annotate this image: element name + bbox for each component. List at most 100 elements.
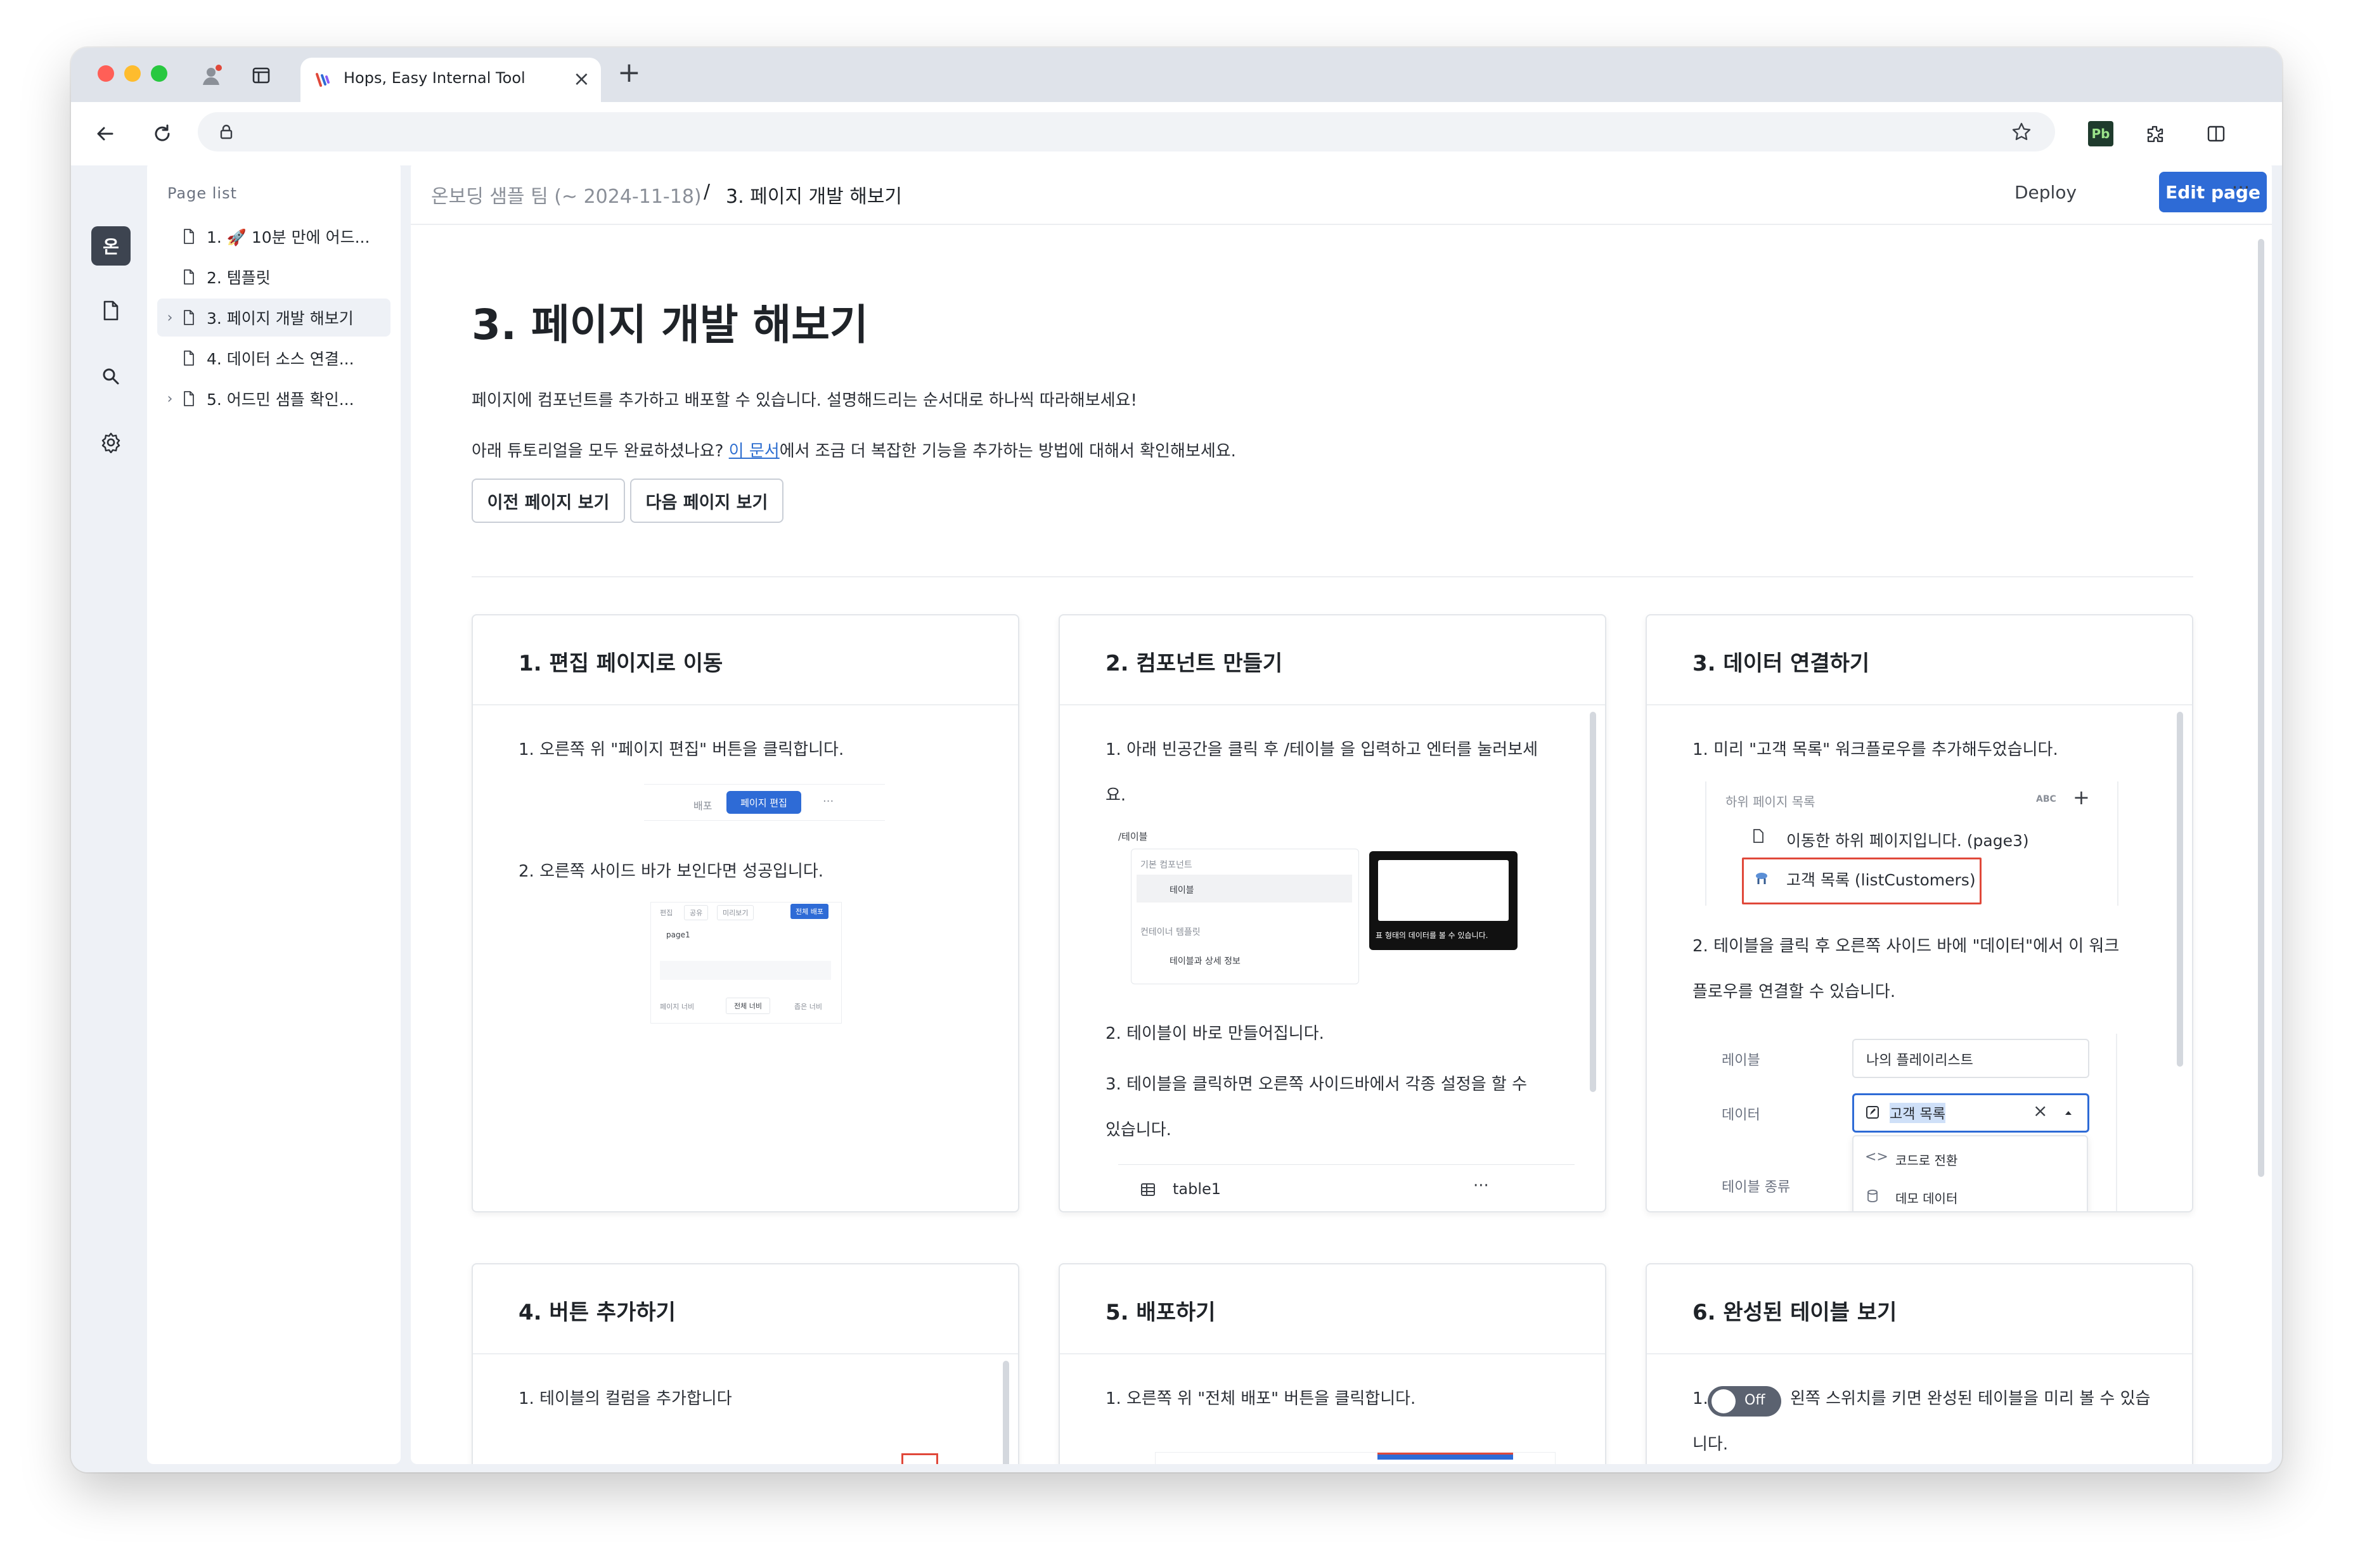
- profile-icon[interactable]: [198, 61, 226, 89]
- page-list-item[interactable]: 2. 템플릿: [157, 258, 390, 296]
- mock-database-icon: [1865, 1188, 1880, 1204]
- card-scrollbar[interactable]: [2177, 712, 2183, 1067]
- card-title: 1. 편집 페이지로 이동: [519, 651, 723, 676]
- page-header: 온보딩 샘플 팀 (~ 2024-11-18) / 3. 페이지 개발 해보기 …: [411, 162, 2272, 225]
- workspace-avatar[interactable]: 온: [91, 226, 131, 266]
- mock-width-option: 전체 너비: [726, 998, 770, 1014]
- mock-subpage: 이동한 하위 페이지입니다. (page3): [1786, 832, 2029, 850]
- card-divider: [473, 1353, 1018, 1354]
- tab-bar: Hops, Easy Internal Tool × +: [71, 48, 2282, 102]
- app-icon-rail: 온: [71, 165, 146, 1472]
- minimize-window-button[interactable]: [124, 65, 141, 82]
- page-list-item-label: 4. 데이터 소스 연결...: [207, 350, 354, 368]
- deploy-button[interactable]: Deploy: [2015, 182, 2077, 203]
- site-info-lock-icon[interactable]: [216, 121, 237, 143]
- mock-label-field: 나의 플레이리스트: [1852, 1039, 2089, 1078]
- table-name: table1: [1173, 1180, 1222, 1198]
- mock-menu-item: 테이블: [1170, 885, 1194, 896]
- table-more-button[interactable]: ···: [1473, 1176, 1489, 1195]
- mock-deploy: 배포: [693, 800, 712, 812]
- card-edit-page: 1. 편집 페이지로 이동 1. 오른쪽 위 "페이지 편집" 버튼을 클릭합니…: [472, 614, 1019, 1212]
- mock-menu: 기본 컴포넌트 테이블 컨테이너 템플릿 테이블과 상세 정보: [1131, 849, 1359, 984]
- card-finished-table: 6. 완성된 테이블 보기 1. Off 왼쪽 스위치를 키면 완성된 테이블을…: [1646, 1263, 2193, 1464]
- workflow-icon: [1752, 869, 1771, 888]
- card-step: 왼쪽 스위치를 키면 완성된 테이블을 미리 볼 수 있습: [1790, 1389, 2151, 1408]
- card-step: 플로우를 연결할 수 있습니다.: [1692, 982, 1896, 1001]
- section-divider: [472, 576, 2193, 577]
- page-list-item[interactable]: 1. 🚀 10분 만에 어드...: [157, 217, 390, 255]
- search-icon[interactable]: [96, 362, 126, 391]
- mock-option: 데모 데이터: [1895, 1191, 1958, 1206]
- close-window-button[interactable]: [98, 65, 114, 82]
- new-tab-button[interactable]: +: [617, 56, 641, 89]
- doc-link[interactable]: 이 문서: [729, 442, 780, 461]
- back-arrow-icon[interactable]: [90, 119, 120, 149]
- tutorial-text-pre: 아래 튜토리얼을 모두 완료하셨나요?: [472, 442, 729, 461]
- main-scrollbar[interactable]: [2258, 239, 2264, 1177]
- card-title: 5. 배포하기: [1106, 1300, 1216, 1325]
- preview-toggle[interactable]: Off: [1708, 1386, 1781, 1417]
- bookmark-star-icon[interactable]: [2009, 120, 2034, 144]
- mock-edit-button: 페이지 편집: [726, 791, 801, 814]
- tab-sidebar-icon[interactable]: [248, 63, 274, 88]
- document-icon: [183, 308, 204, 327]
- page-list-item[interactable]: › 5. 어드민 샘플 확인...: [157, 380, 390, 418]
- breadcrumb-parent[interactable]: 온보딩 샘플 팀 (~ 2024-11-18): [431, 181, 702, 209]
- card-title: 4. 버튼 추가하기: [519, 1300, 676, 1325]
- mock-tab: 편집: [660, 909, 673, 917]
- split-view-icon[interactable]: [2201, 119, 2231, 149]
- document-icon: [183, 267, 204, 286]
- gear-icon[interactable]: [96, 428, 126, 457]
- card-divider: [473, 704, 1018, 705]
- mock-option: 코드로 전환: [1895, 1153, 1958, 1168]
- page-list-item[interactable]: › 3. 페이지 개발 해보기: [157, 299, 390, 337]
- next-page-button[interactable]: 다음 페이지 보기: [630, 479, 783, 523]
- card-scrollbar[interactable]: [1003, 1361, 1009, 1464]
- card-connect-data: 3. 데이터 연결하기 1. 미리 "고객 목록" 워크플로우를 추가해두었습니…: [1646, 614, 2193, 1212]
- mock-data-value: 고객 목록: [1890, 1103, 1945, 1123]
- card-step: 2. 테이블을 클릭 후 오른쪽 사이드 바에 "데이터"에서 이 워크: [1692, 937, 2120, 956]
- more-options-button[interactable]: ···: [2212, 177, 2269, 199]
- table-icon: [1137, 1179, 1159, 1200]
- page-list-item-label: 2. 템플릿: [207, 269, 271, 287]
- mock-abc: ABC: [2036, 794, 2056, 804]
- table-component[interactable]: table1 ···: [1118, 1164, 1575, 1211]
- extensions-puzzle-icon[interactable]: [2140, 119, 2170, 149]
- mock-label-value: 나의 플레이리스트: [1866, 1053, 1973, 1069]
- toggle-knob: [1712, 1389, 1736, 1413]
- mock-label-label: 레이블: [1722, 1053, 1760, 1069]
- maximize-window-button[interactable]: [151, 65, 167, 82]
- card-title: 2. 컴포넌트 만들기: [1106, 651, 1283, 676]
- mock-width-option: 좁은 너비: [794, 1003, 822, 1011]
- mock-deploy-button: [1377, 1453, 1513, 1460]
- card-divider: [1647, 1353, 2192, 1354]
- mock-code-icon: <>: [1865, 1149, 1888, 1165]
- tutorial-text-post: 에서 조금 더 복잡한 기능을 추가하는 방법에 대해서 확인해보세요.: [779, 442, 1236, 461]
- mock-clear-icon: ×: [2033, 1100, 2048, 1121]
- mock-width-label: 페이지 너비: [660, 1003, 695, 1011]
- extension-pb-icon[interactable]: Pb: [2088, 121, 2113, 146]
- card-step: 3. 테이블을 클릭하면 오른쪽 사이드바에서 각종 설정을 할 수: [1106, 1075, 1528, 1094]
- reload-icon[interactable]: [147, 119, 177, 149]
- mock-command-image: /테이블 기본 컴포넌트 테이블 컨테이너 템플릿 테이블과 상세 정보: [1118, 826, 1359, 984]
- card-divider: [1060, 1353, 1605, 1354]
- mock-menu-item-active: [1137, 875, 1352, 903]
- pages-document-icon[interactable]: [96, 296, 126, 325]
- prev-page-button[interactable]: 이전 페이지 보기: [472, 479, 625, 523]
- page-list-item[interactable]: 4. 데이터 소스 연결...: [157, 339, 390, 377]
- chevron-right-icon[interactable]: ›: [157, 391, 183, 407]
- card-scrollbar[interactable]: [1590, 712, 1596, 1092]
- browser-window: Hops, Easy Internal Tool × + Pb 온 Page l…: [71, 48, 2282, 1472]
- mock-preview-caption: 표 형태의 데이터를 볼 수 있습니다.: [1376, 931, 1488, 940]
- mock-section: 컨테이너 템플릿: [1140, 927, 1201, 937]
- address-bar[interactable]: [198, 112, 2055, 151]
- card-step: 1. 오른쪽 위 "전체 배포" 버튼을 클릭합니다.: [1106, 1389, 1416, 1408]
- chevron-right-icon[interactable]: ›: [157, 310, 183, 326]
- intro-text: 페이지에 컴포넌트를 추가하고 배포할 수 있습니다. 설명해드리는 순서대로 …: [472, 391, 1137, 410]
- card-step: 2. 오른쪽 사이드 바가 보인다면 성공입니다.: [519, 862, 824, 881]
- page-title: 3. 페이지 개발 해보기: [472, 300, 868, 349]
- tab-close-icon[interactable]: ×: [573, 67, 590, 91]
- card-step: 1. 아래 빈공간을 클릭 후 /테이블 을 입력하고 엔터를 눌러보세: [1106, 740, 1538, 759]
- tab-hops[interactable]: Hops, Easy Internal Tool ×: [300, 58, 601, 102]
- page-list-item-label: 3. 페이지 개발 해보기: [207, 309, 354, 328]
